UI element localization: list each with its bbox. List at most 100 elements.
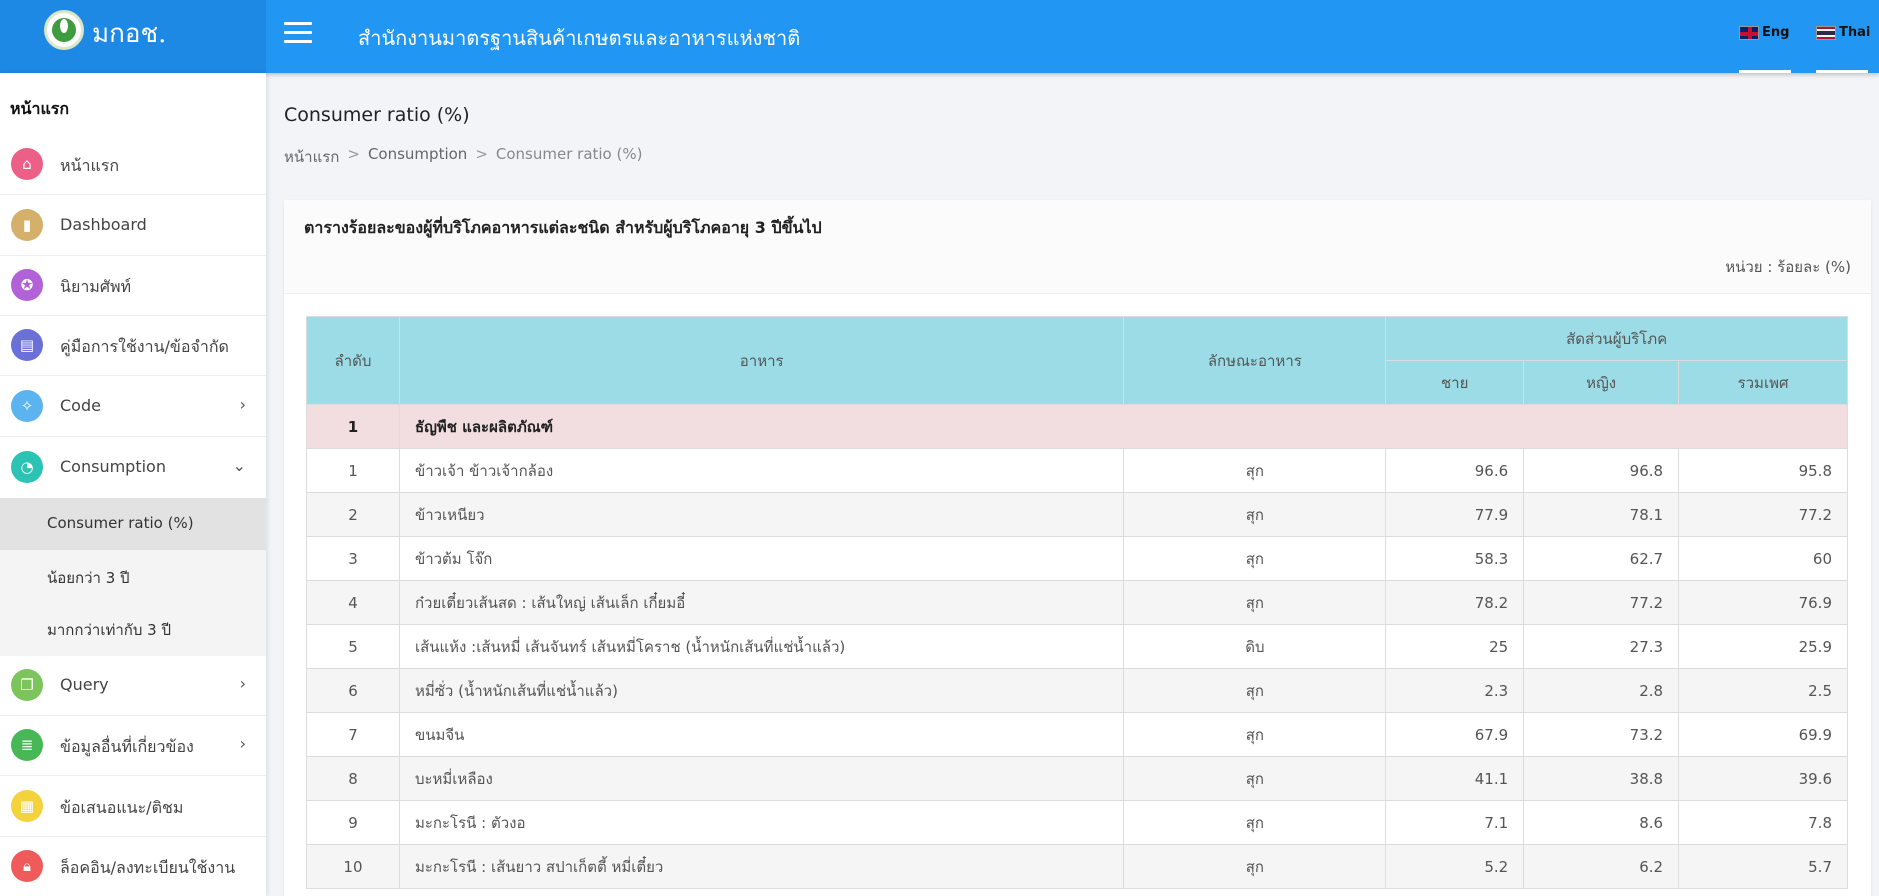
document-icon: ❐: [11, 669, 43, 701]
sidebar-subitem-label: Consumer ratio (%): [47, 514, 194, 532]
hamburger-menu-icon[interactable]: [284, 22, 312, 44]
wand-icon: ✧: [11, 390, 43, 422]
site-title: สำนักงานมาตรฐานสินค้าเกษตรและอาหารแห่งชา…: [358, 26, 801, 50]
unit-label: หน่วย : ร้อยละ (%): [1725, 258, 1851, 276]
cell-food: บะหมี่เหลือง: [398, 756, 1125, 801]
sidebar-item-manual[interactable]: ▤ คู่มือการใช้งาน/ข้อจำกัด: [0, 316, 266, 376]
cell-male: 7.1: [1385, 800, 1525, 845]
table-row: 4 ก๋วยเตี๋ยวเส้นสด : เส้นใหญ่ เส้นเล็ก เ…: [306, 580, 1848, 625]
cell-female: 6.2: [1523, 844, 1680, 889]
chevron-right-icon: ›: [239, 674, 246, 693]
breadcrumb: หน้าแรก > Consumption > Consumer ratio (…: [284, 145, 642, 169]
cell-num: 1: [306, 448, 400, 493]
card-title: ตารางร้อยละของผู้ที่บริโภคอาหารแต่ละชนิด…: [304, 218, 822, 237]
consumer-ratio-table: ลำดับ อาหาร ลักษณะอาหาร สัดส่วนผู้บริโภค…: [306, 316, 1849, 889]
top-bar: มกอช. สำนักงานมาตรฐานสินค้าเกษตรและอาหาร…: [0, 0, 1879, 73]
cell-type: ดิบ: [1123, 624, 1387, 669]
sidebar-subitem-consumer-ratio[interactable]: Consumer ratio (%): [0, 498, 266, 550]
cell-food: ข้าวต้ม โจ๊ก: [398, 536, 1125, 581]
card-header: ตารางร้อยละของผู้ที่บริโภคอาหารแต่ละชนิด…: [284, 200, 1871, 294]
table-row: 1 ข้าวเจ้า ข้าวเจ้ากล้อง สุก 96.6 96.8 9…: [306, 448, 1848, 493]
chevron-right-icon: ›: [239, 734, 246, 753]
sidebar-item-dashboard[interactable]: ▮ Dashboard: [0, 196, 266, 256]
cell-male: 41.1: [1385, 756, 1525, 801]
data-card: ตารางร้อยละของผู้ที่บริโภคอาหารแต่ละชนิด…: [284, 200, 1871, 896]
sidebar-item-label: Consumption: [60, 457, 166, 476]
brand-name: มกอช.: [92, 19, 167, 49]
cell-num: 4: [306, 580, 400, 625]
database-icon: ≣: [11, 729, 43, 761]
sidebar-item-home[interactable]: ⌂ หน้าแรก: [0, 135, 266, 195]
cell-food: เส้นแห้ง :เส้นหมี่ เส้นจันทร์ เส้นหมี่โค…: [398, 624, 1125, 669]
brand[interactable]: มกอช.: [0, 0, 266, 73]
book-icon: ▤: [11, 329, 43, 361]
sidebar-item-glossary[interactable]: ✪ นิยามศัพท์: [0, 256, 266, 316]
sidebar-item-related-data[interactable]: ≣ ข้อมูลอื่นที่เกี่ยวข้อง ›: [0, 716, 266, 776]
home-icon: ⌂: [11, 148, 43, 180]
cell-num: 7: [306, 712, 400, 757]
cell-num: 6: [306, 668, 400, 713]
chevron-right-icon: ›: [239, 395, 246, 414]
sidebar-subitem-label: มากกว่าเท่ากับ 3 ปี: [47, 621, 171, 639]
header-male: ชาย: [1385, 360, 1525, 405]
cell-female: 77.2: [1523, 580, 1680, 625]
lang-thai-button[interactable]: Thai: [1816, 25, 1870, 40]
badge-icon: ✪: [11, 269, 43, 301]
header-ratio: สัดส่วนผู้บริโภค: [1385, 316, 1848, 361]
breadcrumb-consumption-link[interactable]: Consumption: [368, 145, 467, 169]
lang-eng-button[interactable]: Eng: [1739, 25, 1789, 40]
bar-chart-icon: ▮: [11, 209, 43, 241]
table-row: 3 ข้าวต้ม โจ๊ก สุก 58.3 62.7 60: [306, 536, 1848, 581]
lang-eng-underline: [1739, 70, 1791, 73]
breadcrumb-home-link[interactable]: หน้าแรก: [284, 145, 339, 169]
cell-male: 58.3: [1385, 536, 1525, 581]
cell-total: 39.6: [1678, 756, 1848, 801]
page-title: Consumer ratio (%): [284, 104, 470, 126]
cell-female: 38.8: [1523, 756, 1680, 801]
sidebar-item-code[interactable]: ✧ Code ›: [0, 377, 266, 437]
note-icon: ▦: [11, 790, 43, 822]
sidebar-heading: หน้าแรก: [10, 99, 70, 118]
sidebar-item-query[interactable]: ❐ Query ›: [0, 656, 266, 716]
sidebar-item-feedback[interactable]: ▦ ข้อเสนอแนะ/ติชม: [0, 777, 266, 837]
cell-female: 62.7: [1523, 536, 1680, 581]
cell-female: 27.3: [1523, 624, 1680, 669]
cell-num: 9: [306, 800, 400, 845]
breadcrumb-current: Consumer ratio (%): [495, 145, 643, 163]
table-row: 5 เส้นแห้ง :เส้นหมี่ เส้นจันทร์ เส้นหมี่…: [306, 624, 1848, 669]
header-total: รวมเพศ: [1678, 360, 1848, 405]
cell-num: 10: [306, 844, 400, 889]
cell-type: สุก: [1123, 580, 1387, 625]
sidebar-subitem-under-3[interactable]: น้อยกว่า 3 ปี: [0, 550, 266, 602]
sidebar-item-label: Code: [60, 396, 101, 415]
sidebar-item-label: หน้าแรก: [60, 156, 120, 175]
table-row: 6 หมี่ซั่ว (น้ำหนักเส้นที่แช่น้ำแล้ว) สุ…: [306, 668, 1848, 713]
sidebar-subitem-3-and-over[interactable]: มากกว่าเท่ากับ 3 ปี: [0, 602, 266, 656]
cell-total: 69.9: [1678, 712, 1848, 757]
sidebar-item-label: ล็อคอิน/ลงทะเบียนใช้งาน: [60, 858, 236, 877]
cell-total: 7.8: [1678, 800, 1848, 845]
cell-num: 8: [306, 756, 400, 801]
pie-chart-icon: ◔: [11, 451, 43, 483]
cell-total: 2.5: [1678, 668, 1848, 713]
cell-male: 67.9: [1385, 712, 1525, 757]
cell-type: สุก: [1123, 844, 1387, 889]
chevron-down-icon: ⌄: [232, 456, 246, 475]
sidebar-item-login[interactable]: 🔒︎ ล็อคอิน/ลงทะเบียนใช้งาน: [0, 837, 266, 896]
uk-flag-icon: [1739, 25, 1759, 40]
sidebar-item-label: นิยามศัพท์: [60, 277, 132, 296]
breadcrumb-separator: >: [347, 145, 360, 163]
sidebar-item-label: ข้อมูลอื่นที่เกี่ยวข้อง: [60, 737, 194, 756]
cell-female: 73.2: [1523, 712, 1680, 757]
sidebar-item-consumption[interactable]: ◔ Consumption ⌄: [0, 438, 266, 498]
table-row: 10 มะกะโรนี : เส้นยาว สปาเก็ตตี้ หมี่เตี…: [306, 844, 1848, 889]
cell-female: 2.8: [1523, 668, 1680, 713]
sidebar-subitem-label: น้อยกว่า 3 ปี: [47, 569, 130, 587]
cell-female: 96.8: [1523, 448, 1680, 493]
sidebar-item-label: ข้อเสนอแนะ/ติชม: [60, 798, 184, 817]
cell-male: 96.6: [1385, 448, 1525, 493]
cell-type: สุก: [1123, 800, 1387, 845]
group-num: 1: [306, 404, 400, 449]
cell-food: มะกะโรนี : เส้นยาว สปาเก็ตตี้ หมี่เตี๋ยว: [398, 844, 1125, 889]
cell-total: 95.8: [1678, 448, 1848, 493]
